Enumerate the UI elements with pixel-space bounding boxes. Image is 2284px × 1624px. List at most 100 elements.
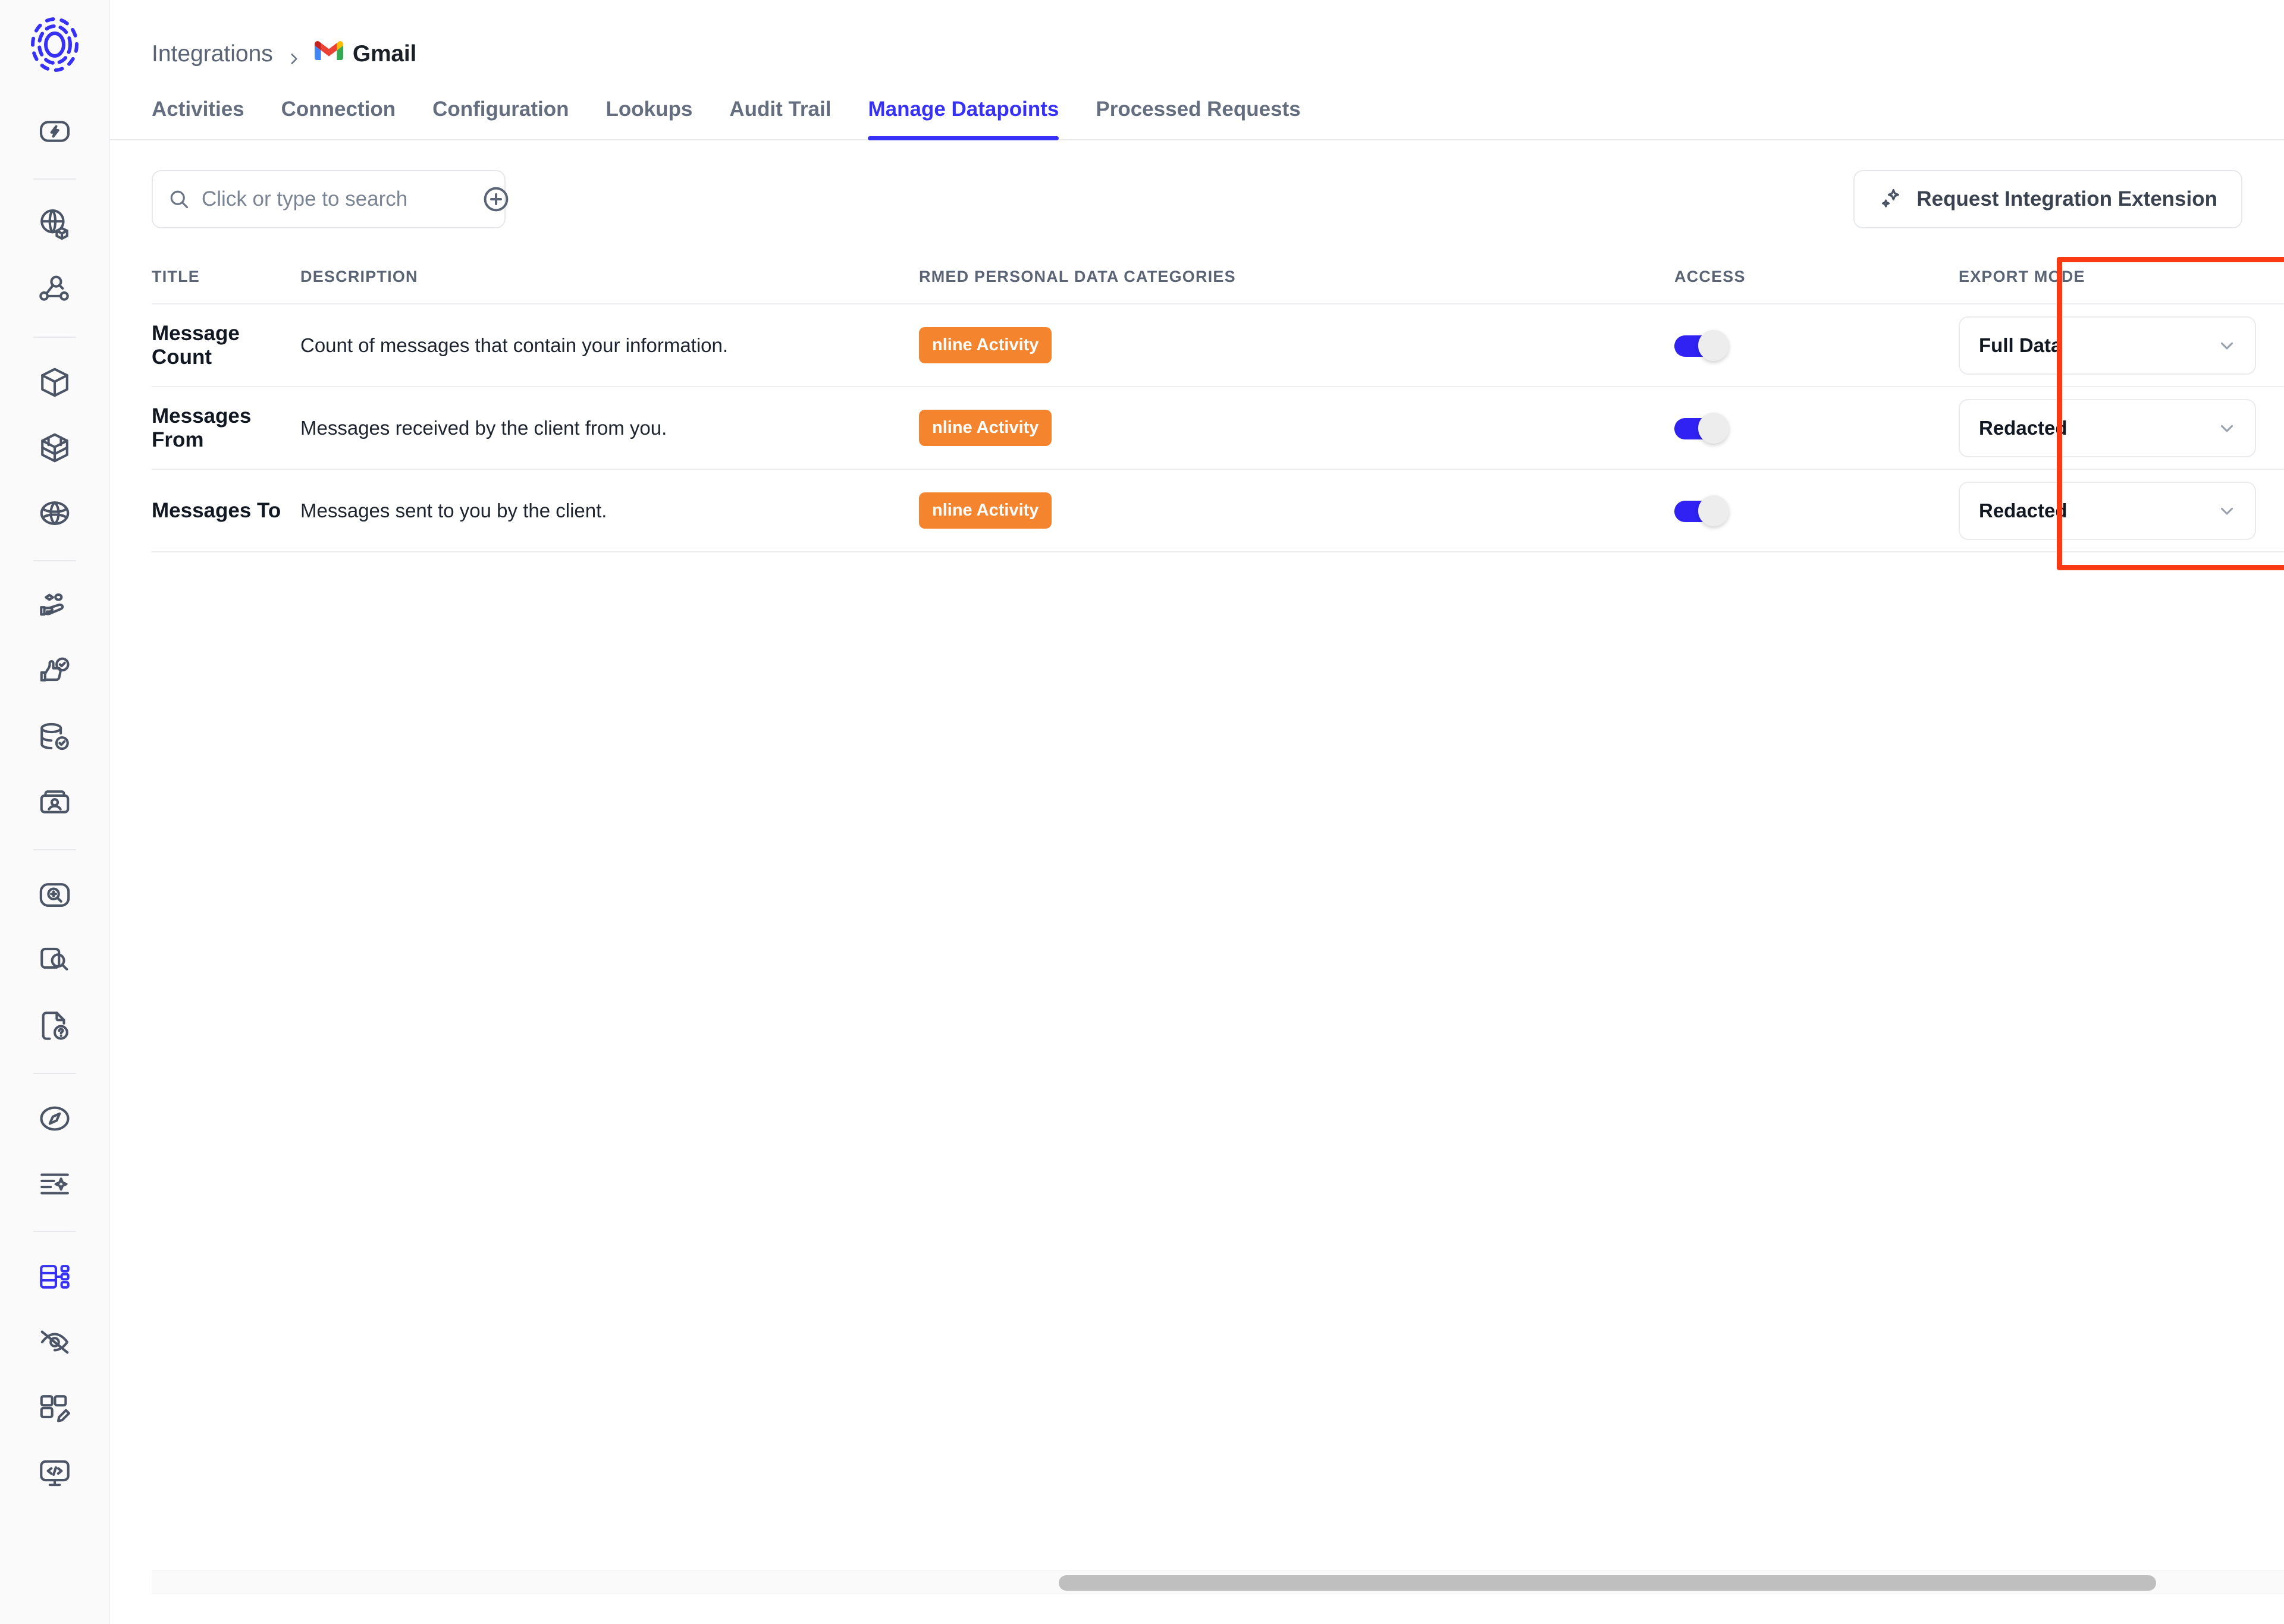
tab-processed-requests[interactable]: Processed Requests [1096, 98, 1300, 139]
tab-connection[interactable]: Connection [281, 98, 396, 139]
tab-lookups[interactable]: Lookups [606, 98, 693, 139]
file-question-icon [37, 1009, 72, 1046]
chevron-right-icon [286, 46, 302, 64]
sidebar-item-templates[interactable] [27, 1381, 82, 1436]
sidebar-item-developer[interactable] [27, 1447, 82, 1502]
export-mode-value: Redacted [1979, 416, 2067, 439]
toggle-knob [1698, 495, 1729, 526]
table-row[interactable]: Message Count Count of messages that con… [152, 304, 2284, 387]
column-header-access: ACCESS [1674, 267, 1746, 285]
tab-manage-datapoints[interactable]: Manage Datapoints [868, 98, 1059, 140]
sidebar-item-global[interactable] [27, 487, 82, 542]
export-mode-value: Full Data [1979, 334, 2062, 356]
export-mode-select[interactable]: Redacted [1959, 398, 2256, 457]
toolbar: Request Integration Extension [110, 140, 2284, 228]
globe-icon [37, 496, 72, 533]
toggle-knob [1698, 412, 1729, 444]
sidebar-item-privacy[interactable] [27, 1316, 82, 1371]
tab-activities[interactable]: Activities [152, 98, 244, 139]
access-toggle[interactable] [1674, 412, 1729, 444]
sidebar-item-page-scan[interactable] [27, 934, 82, 989]
request-integration-extension-button[interactable]: Request Integration Extension [1853, 170, 2242, 228]
datapoint-description: Count of messages that contain your info… [300, 334, 729, 356]
gmail-icon [314, 40, 343, 68]
thumbs-up-check-icon [37, 654, 72, 692]
compass-icon [37, 1101, 72, 1139]
tab-bar: Activities Connection Configuration Look… [110, 98, 2284, 140]
search-icon [168, 189, 190, 210]
eye-off-icon [37, 1325, 72, 1362]
sidebar-item-datapoints[interactable] [27, 1251, 82, 1305]
table-header-row: TITLE DESCRIPTION RMED PERSONAL DATA CAT… [152, 250, 2284, 304]
export-mode-select[interactable]: Full Data [1959, 316, 2256, 375]
column-header-export-mode: EXPORT MODE [1959, 267, 2085, 285]
chevron-down-icon [2217, 418, 2237, 438]
sidebar-item-subjects[interactable] [27, 776, 82, 831]
sidebar-item-ai-assist[interactable] [27, 1158, 82, 1212]
sidebar-item-automation[interactable] [27, 105, 82, 160]
search-box[interactable] [152, 170, 509, 228]
datapoint-description: Messages sent to you by the client. [300, 499, 607, 522]
zoom-scan-icon [37, 878, 72, 915]
sidebar-item-requests[interactable] [27, 1000, 82, 1054]
grid-cube-icon [37, 431, 72, 468]
request-button-label: Request Integration Extension [1916, 187, 2217, 211]
access-toggle[interactable] [1674, 329, 1729, 361]
chevron-down-icon [2217, 335, 2237, 356]
sidebar-item-approvals[interactable] [27, 645, 82, 700]
layout-edit-icon [37, 1390, 72, 1428]
category-badge: nline Activity [919, 410, 1052, 446]
datapoint-title: Message Count [152, 321, 240, 369]
export-mode-select[interactable]: Redacted [1959, 481, 2256, 540]
category-badge: nline Activity [919, 492, 1052, 529]
cube-icon [37, 365, 72, 403]
sidebar-item-scan[interactable] [27, 869, 82, 923]
sidebar-divider [33, 337, 76, 338]
sidebar-divider [33, 849, 76, 850]
horizontal-scrollbar[interactable] [152, 1570, 2284, 1594]
sidebar-item-assets[interactable] [27, 356, 82, 411]
sidebar-item-data-mapping[interactable] [27, 198, 82, 253]
database-check-icon [37, 720, 72, 757]
sidebar-item-navigator[interactable] [27, 1092, 82, 1147]
datapoints-tree-icon [37, 1259, 72, 1297]
primary-sidebar [0, 0, 110, 1624]
tab-configuration[interactable]: Configuration [432, 98, 569, 139]
sidebar-divider [33, 1231, 76, 1232]
page-title: Gmail [352, 41, 417, 67]
id-card-icon [37, 785, 72, 822]
breadcrumb-current: Gmail [314, 40, 417, 68]
sidebar-divider [33, 1073, 76, 1074]
sidebar-item-consent[interactable] [27, 580, 82, 634]
list-sparkle-icon [37, 1167, 72, 1204]
sidebar-divider [33, 178, 76, 180]
hand-data-icon [37, 589, 72, 626]
column-header-categories: RMED PERSONAL DATA CATEGORIES [919, 267, 1236, 285]
datapoint-description: Messages received by the client from you… [300, 416, 667, 439]
window-search-icon [37, 943, 72, 981]
sidebar-item-discovery[interactable] [27, 263, 82, 318]
access-toggle[interactable] [1674, 495, 1729, 526]
chevron-down-icon [2217, 501, 2237, 521]
table-row[interactable]: Messages From Messages received by the c… [152, 387, 2284, 470]
datapoint-title: Messages From [152, 404, 252, 451]
company-logo[interactable] [22, 12, 87, 77]
breadcrumb: Integrations Gmail [110, 0, 2284, 68]
sparkle-icon [1878, 187, 1903, 212]
plus-circle-icon[interactable] [482, 185, 510, 213]
sidebar-item-inventory[interactable] [27, 422, 82, 476]
sidebar-item-databases[interactable] [27, 711, 82, 765]
sidebar-divider [33, 560, 76, 561]
globe-package-icon [37, 207, 72, 244]
column-header-title: TITLE [152, 267, 200, 285]
lightning-badge-icon [37, 114, 72, 152]
search-input[interactable] [202, 187, 470, 211]
main-content: Integrations Gmail Activities Connection… [110, 0, 2284, 1624]
breadcrumb-integrations-link[interactable]: Integrations [152, 41, 273, 67]
table-row[interactable]: Messages To Messages sent to you by the … [152, 470, 2284, 552]
table-scroll-area: TITLE DESCRIPTION RMED PERSONAL DATA CAT… [152, 250, 2284, 1570]
datapoints-table: TITLE DESCRIPTION RMED PERSONAL DATA CAT… [152, 250, 2284, 1570]
scrollbar-thumb[interactable] [1059, 1575, 2156, 1591]
tab-audit-trail[interactable]: Audit Trail [729, 98, 831, 139]
toggle-knob [1698, 329, 1729, 361]
